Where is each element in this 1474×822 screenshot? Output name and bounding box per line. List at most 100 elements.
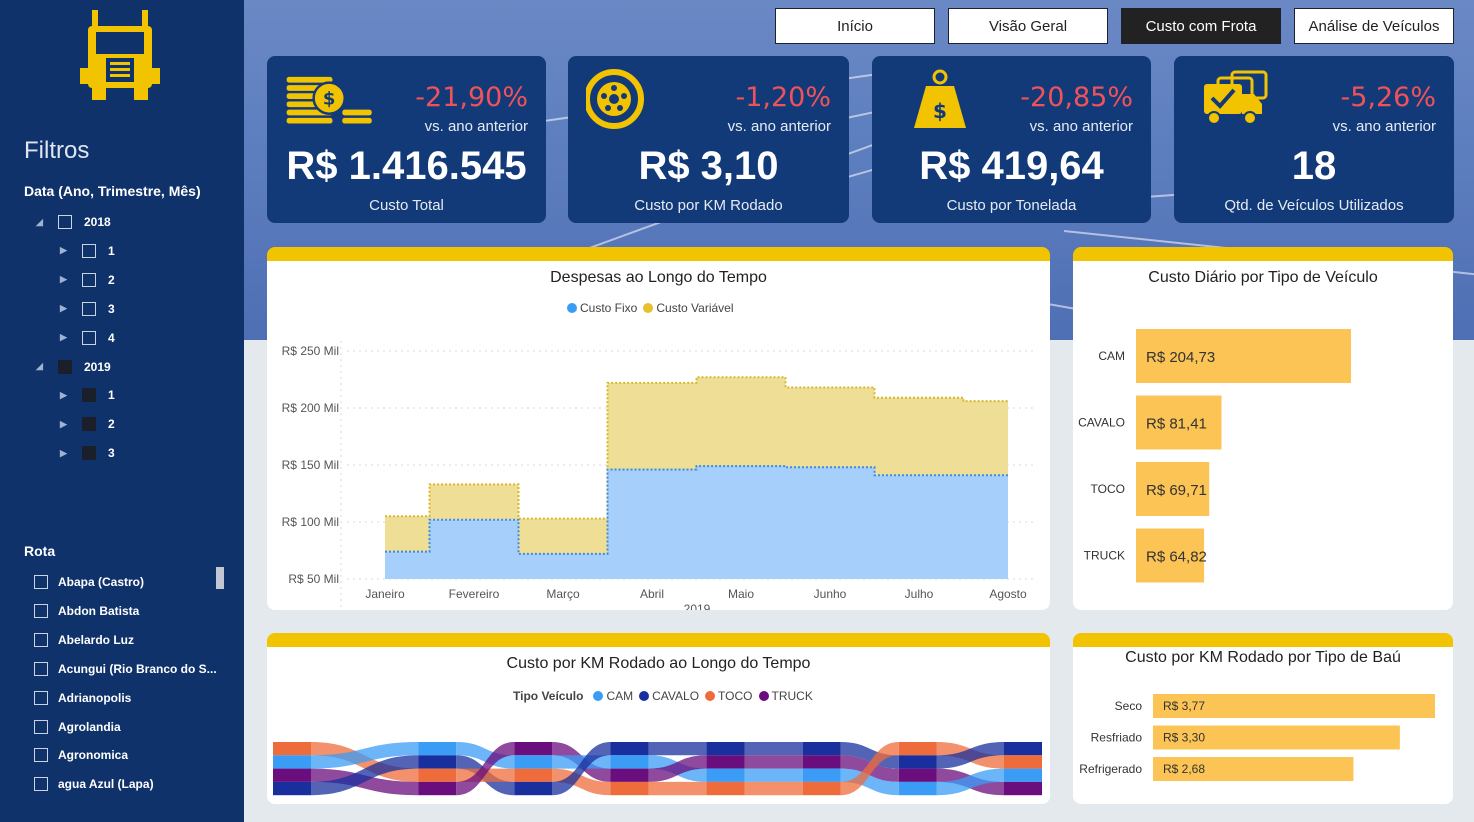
kpi-vs-label: vs. ano anterior — [1029, 118, 1133, 135]
expand-arrow-icon[interactable]: ▶ — [60, 390, 72, 401]
ribbon-truck[interactable] — [744, 755, 803, 769]
segment-cam[interactable] — [514, 755, 553, 769]
rota-label: Abapa (Castro) — [58, 575, 145, 589]
segment-truck[interactable] — [418, 781, 457, 796]
tab-custo-com-frota[interactable]: Custo com Frota — [1121, 8, 1281, 44]
checkbox[interactable] — [34, 575, 48, 589]
checkbox[interactable] — [58, 359, 72, 374]
checkbox[interactable] — [34, 748, 48, 763]
rota-item[interactable]: Agronomica — [34, 745, 220, 765]
segment-truck[interactable] — [514, 742, 553, 756]
segment-cam[interactable] — [418, 742, 457, 756]
segment-cam[interactable] — [1004, 768, 1042, 782]
expand-arrow-icon[interactable]: ▶ — [60, 303, 72, 314]
segment-cam[interactable] — [706, 768, 745, 782]
checkbox[interactable] — [82, 446, 96, 461]
date-tree-item[interactable]: ▶ 2 — [60, 414, 115, 434]
rota-item[interactable]: agua Azul (Lapa) — [34, 774, 220, 794]
segment-truck[interactable] — [706, 755, 745, 769]
expand-arrow-icon[interactable]: ▶ — [60, 245, 72, 256]
segment-truck[interactable] — [273, 768, 311, 782]
checkbox[interactable] — [82, 417, 96, 432]
segment-cavalo[interactable] — [610, 742, 649, 756]
date-tree-item[interactable]: ◢ 2018 — [36, 212, 111, 232]
rota-item[interactable]: Agrolandia — [34, 717, 220, 737]
segment-cavalo[interactable] — [706, 742, 745, 756]
segment-toco[interactable] — [802, 781, 841, 796]
tab-analise-de-veiculos[interactable]: Análise de Veículos — [1294, 8, 1454, 44]
checkbox[interactable] — [82, 330, 96, 345]
rota-item[interactable]: Abdon Batista — [34, 601, 220, 621]
checkbox[interactable] — [34, 777, 48, 792]
segment-toco[interactable] — [1004, 755, 1042, 769]
ribbon-cavalo[interactable] — [744, 742, 803, 756]
checkbox[interactable] — [34, 690, 48, 705]
tipo-bau-bar-chart: Seco R$ 3,77 Resfriado R$ 3,30 Refrigerado R$… — [1079, 694, 1435, 781]
tab-visao-geral[interactable]: Visão Geral — [948, 8, 1108, 44]
rota-item[interactable]: Acungui (Rio Branco do S... — [34, 659, 220, 679]
ribbon-toco[interactable] — [744, 781, 803, 796]
checkbox[interactable] — [34, 632, 48, 647]
collapse-arrow-icon[interactable]: ◢ — [36, 217, 48, 228]
category-label: Resfriado — [1091, 731, 1143, 745]
date-tree-item[interactable]: ▶ 3 — [60, 299, 115, 319]
chart-custo-diario-card: Custo Diário por Tipo de Veículo CAM R$ 2… — [1073, 247, 1453, 610]
date-tree-item[interactable]: ▶ 4 — [60, 328, 115, 348]
segment-toco[interactable] — [273, 742, 311, 756]
data-label: R$ 81,41 — [1146, 416, 1207, 433]
checkbox[interactable] — [34, 719, 48, 734]
segment-toco[interactable] — [898, 742, 937, 756]
segment-cam[interactable] — [273, 755, 311, 769]
date-tree-item[interactable]: ▶ 2 — [60, 270, 115, 290]
segment-cavalo[interactable] — [273, 781, 311, 796]
expand-arrow-icon[interactable]: ▶ — [60, 448, 72, 459]
ribbon-cam[interactable] — [744, 768, 803, 782]
checkbox[interactable] — [34, 661, 48, 676]
y-tick-label: R$ 200 Mil — [282, 401, 339, 415]
rota-item[interactable]: Abelardo Luz — [34, 630, 220, 650]
segment-toco[interactable] — [418, 768, 457, 782]
segment-cam[interactable] — [898, 781, 937, 796]
date-tree-item[interactable]: ▶ 1 — [60, 385, 115, 405]
segment-truck[interactable] — [802, 755, 841, 769]
segment-truck[interactable] — [898, 768, 937, 782]
checkbox[interactable] — [82, 388, 96, 403]
rota-item[interactable]: Adrianopolis — [34, 688, 220, 708]
rota-item[interactable]: Abapa (Castro) — [34, 572, 220, 592]
segment-cavalo[interactable] — [418, 755, 457, 769]
checkbox[interactable] — [82, 301, 96, 316]
segment-cam[interactable] — [610, 755, 649, 769]
ribbon-cavalo[interactable] — [648, 742, 707, 756]
checkbox[interactable] — [58, 215, 72, 229]
rota-label: Agronomica — [58, 748, 129, 763]
segment-cavalo[interactable] — [802, 742, 841, 756]
segment-cam[interactable] — [802, 768, 841, 782]
date-tree-item[interactable]: ▶ 1 — [60, 241, 115, 261]
expand-arrow-icon[interactable]: ▶ — [60, 274, 72, 285]
checkbox[interactable] — [82, 243, 96, 258]
date-tree-item[interactable]: ◢ 2019 — [36, 357, 111, 377]
area-custo-fixo[interactable] — [385, 466, 1008, 579]
expand-arrow-icon[interactable]: ▶ — [60, 332, 72, 343]
segment-cavalo[interactable] — [1004, 742, 1042, 756]
segment-toco[interactable] — [706, 781, 745, 796]
segment-truck[interactable] — [610, 768, 649, 782]
y-tick-label: R$ 250 Mil — [282, 344, 339, 358]
filters-title: Filtros — [24, 137, 90, 164]
ribbon-toco[interactable] — [648, 781, 707, 796]
checkbox[interactable] — [34, 603, 48, 618]
rota-scrollbar[interactable] — [216, 567, 224, 589]
segment-toco[interactable] — [514, 768, 553, 782]
expand-arrow-icon[interactable]: ▶ — [60, 419, 72, 430]
date-tree-label: 1 — [108, 388, 115, 403]
segment-cavalo[interactable] — [514, 781, 553, 796]
checkbox[interactable] — [82, 272, 96, 287]
segment-cavalo[interactable] — [898, 755, 937, 769]
date-tree-item[interactable]: ▶ 3 — [60, 443, 115, 463]
tab-inicio[interactable]: Início — [775, 8, 935, 44]
collapse-arrow-icon[interactable]: ◢ — [36, 361, 48, 372]
segment-truck[interactable] — [1004, 781, 1042, 796]
date-tree-label: 3 — [108, 301, 115, 316]
segment-toco[interactable] — [610, 781, 649, 796]
category-label: Seco — [1115, 699, 1143, 713]
